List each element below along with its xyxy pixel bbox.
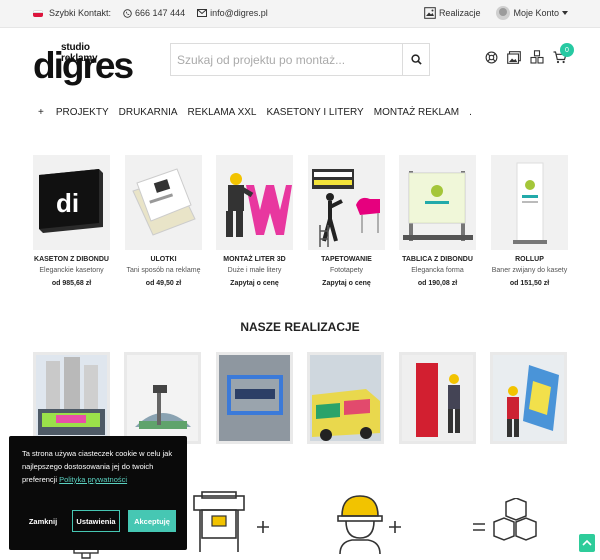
image-gallery-icon xyxy=(424,7,436,19)
lightbox-image[interactable]: di xyxy=(33,155,110,250)
nav-item-reklama-xxl[interactable]: REKLAMA XXL xyxy=(188,107,257,118)
phone-icon xyxy=(123,8,132,18)
product-card[interactable]: TAPETOWANIE Fototapety Zapytaj o cenę xyxy=(308,155,385,287)
product-card[interactable]: ROLLUP Baner zwijany do kasety od 151,50… xyxy=(491,155,568,287)
product-price: od 151,50 zł xyxy=(509,280,550,287)
logo-wordmark: digres xyxy=(33,45,134,86)
product-card[interactable]: ULOTKI Tani sposób na reklamę od 49,50 z… xyxy=(125,155,202,287)
product-desc: Tani sposób na reklamę xyxy=(126,267,201,274)
wallpaper-image[interactable] xyxy=(308,155,385,250)
phone-link[interactable]: 666 147 444 xyxy=(123,8,185,18)
product-desc: Elegancka forma xyxy=(411,267,464,274)
letters-3d-image[interactable] xyxy=(216,155,293,250)
realizations-link[interactable]: Realizacje xyxy=(424,7,481,19)
product-name: TAPETOWANIE xyxy=(321,256,372,263)
cookie-buttons: Zamknij Ustawienia Akceptuję xyxy=(22,510,176,532)
product-name: ULOTKI xyxy=(150,256,177,263)
product-price: Zapytaj o cenę xyxy=(322,280,371,287)
cookie-consent-popup: Ta strona używa ciasteczek cookie w celu… xyxy=(9,436,187,550)
section-title: NASZE REALIZACJE xyxy=(240,320,360,334)
product-price: Zapytaj o cenę xyxy=(230,280,279,287)
search-button[interactable] xyxy=(402,44,429,75)
avatar xyxy=(496,6,511,20)
realization-thumbnail[interactable] xyxy=(307,352,384,444)
product-card[interactable]: TABLICA Z DIBONDU Elegancka forma od 190… xyxy=(399,155,476,287)
cart-button[interactable]: 0 xyxy=(553,43,574,64)
product-card[interactable]: MONTAŻ LITER 3D Duże i małe litery Zapyt… xyxy=(216,155,293,287)
account-label: Moje Konto xyxy=(513,8,559,18)
cart-count-badge: 0 xyxy=(560,43,574,57)
boxes-icon[interactable] xyxy=(530,50,544,64)
plus-icon xyxy=(256,520,270,539)
svg-text:di: di xyxy=(56,188,79,218)
dibond-board-image[interactable] xyxy=(399,155,476,250)
header-icons: 0 xyxy=(484,43,574,64)
equals-icon xyxy=(472,520,486,539)
realization-thumbnail[interactable] xyxy=(490,352,567,444)
product-name: TABLICA Z DIBONDU xyxy=(402,256,473,263)
envelope-icon xyxy=(197,9,208,17)
topbar-right: Realizacje Moje Konto xyxy=(418,6,568,20)
product-desc: Eleganckie kasetony xyxy=(39,267,104,274)
product-desc: Fototapety xyxy=(329,267,364,274)
product-desc: Duże i małe litery xyxy=(227,267,282,274)
nav-plus[interactable]: + xyxy=(38,107,44,118)
realization-thumbnail[interactable] xyxy=(33,352,110,444)
product-price: od 49,50 zł xyxy=(145,280,182,287)
product-desc: Baner zwijany do kasety xyxy=(491,267,568,274)
chevron-up-icon xyxy=(582,539,592,546)
phone-number: 666 147 444 xyxy=(135,8,186,18)
email-link[interactable]: info@digres.pl xyxy=(197,8,268,18)
polish-flag-icon[interactable] xyxy=(33,9,43,17)
plus-icon xyxy=(388,520,402,539)
product-name: MONTAŻ LITER 3D xyxy=(223,256,286,263)
support-icon[interactable] xyxy=(484,50,498,64)
email-address: info@digres.pl xyxy=(210,8,268,18)
realizations-label: Realizacje xyxy=(438,8,481,18)
realization-thumbnail[interactable] xyxy=(216,352,293,444)
gallery-icon[interactable] xyxy=(507,50,521,64)
top-bar: Szybki Kontakt: 666 147 444 info@digres.… xyxy=(0,0,600,28)
privacy-policy-link[interactable]: Polityka prywatności xyxy=(59,475,127,484)
flyers-image[interactable] xyxy=(125,155,202,250)
nav-item-projekty[interactable]: PROJEKTY xyxy=(56,107,109,118)
realization-thumbnail[interactable] xyxy=(124,352,201,444)
search-input[interactable] xyxy=(171,44,402,75)
product-price: od 985,68 zł xyxy=(51,280,92,287)
search-icon xyxy=(410,54,422,65)
account-menu[interactable]: Moje Konto xyxy=(496,6,568,20)
nav-item-kasetony-i-litery[interactable]: KASETONY I LITERY xyxy=(266,107,363,118)
product-price: od 190,08 zł xyxy=(417,280,458,287)
worker-icon xyxy=(334,492,386,559)
plotter-icon xyxy=(190,490,250,560)
nav-item-montaz-reklam[interactable]: MONTAŻ REKLAM xyxy=(374,107,459,118)
nav-item-drukarnia[interactable]: DRUKARNIA xyxy=(119,107,178,118)
cookie-settings-button[interactable]: Ustawienia xyxy=(72,510,120,532)
search-bar xyxy=(170,43,430,76)
product-name: KASETON Z DIBONDU xyxy=(34,256,109,263)
digres-logo[interactable]: studio reklamy digres xyxy=(33,42,134,84)
product-card[interactable]: di KASETON Z DIBONDU Eleganckie kasetony… xyxy=(33,155,110,287)
close-cookie-button[interactable]: Zamknij xyxy=(22,510,64,532)
scroll-to-top-button[interactable] xyxy=(579,534,595,552)
main-nav: + PROJEKTY DRUKARNIA REKLAMA XXL KASETON… xyxy=(38,107,472,118)
nav-item-more[interactable]: . xyxy=(469,107,472,118)
quick-contact: Szybki Kontakt: 666 147 444 info@digres.… xyxy=(33,8,268,18)
caret-down-icon xyxy=(562,11,568,15)
boxes-icon xyxy=(490,497,540,557)
product-name: ROLLUP xyxy=(515,256,544,263)
rollup-image[interactable] xyxy=(491,155,568,250)
realization-thumbnail[interactable] xyxy=(399,352,476,444)
quick-contact-label: Szybki Kontakt: xyxy=(49,8,112,18)
accept-cookies-button[interactable]: Akceptuję xyxy=(128,510,176,532)
